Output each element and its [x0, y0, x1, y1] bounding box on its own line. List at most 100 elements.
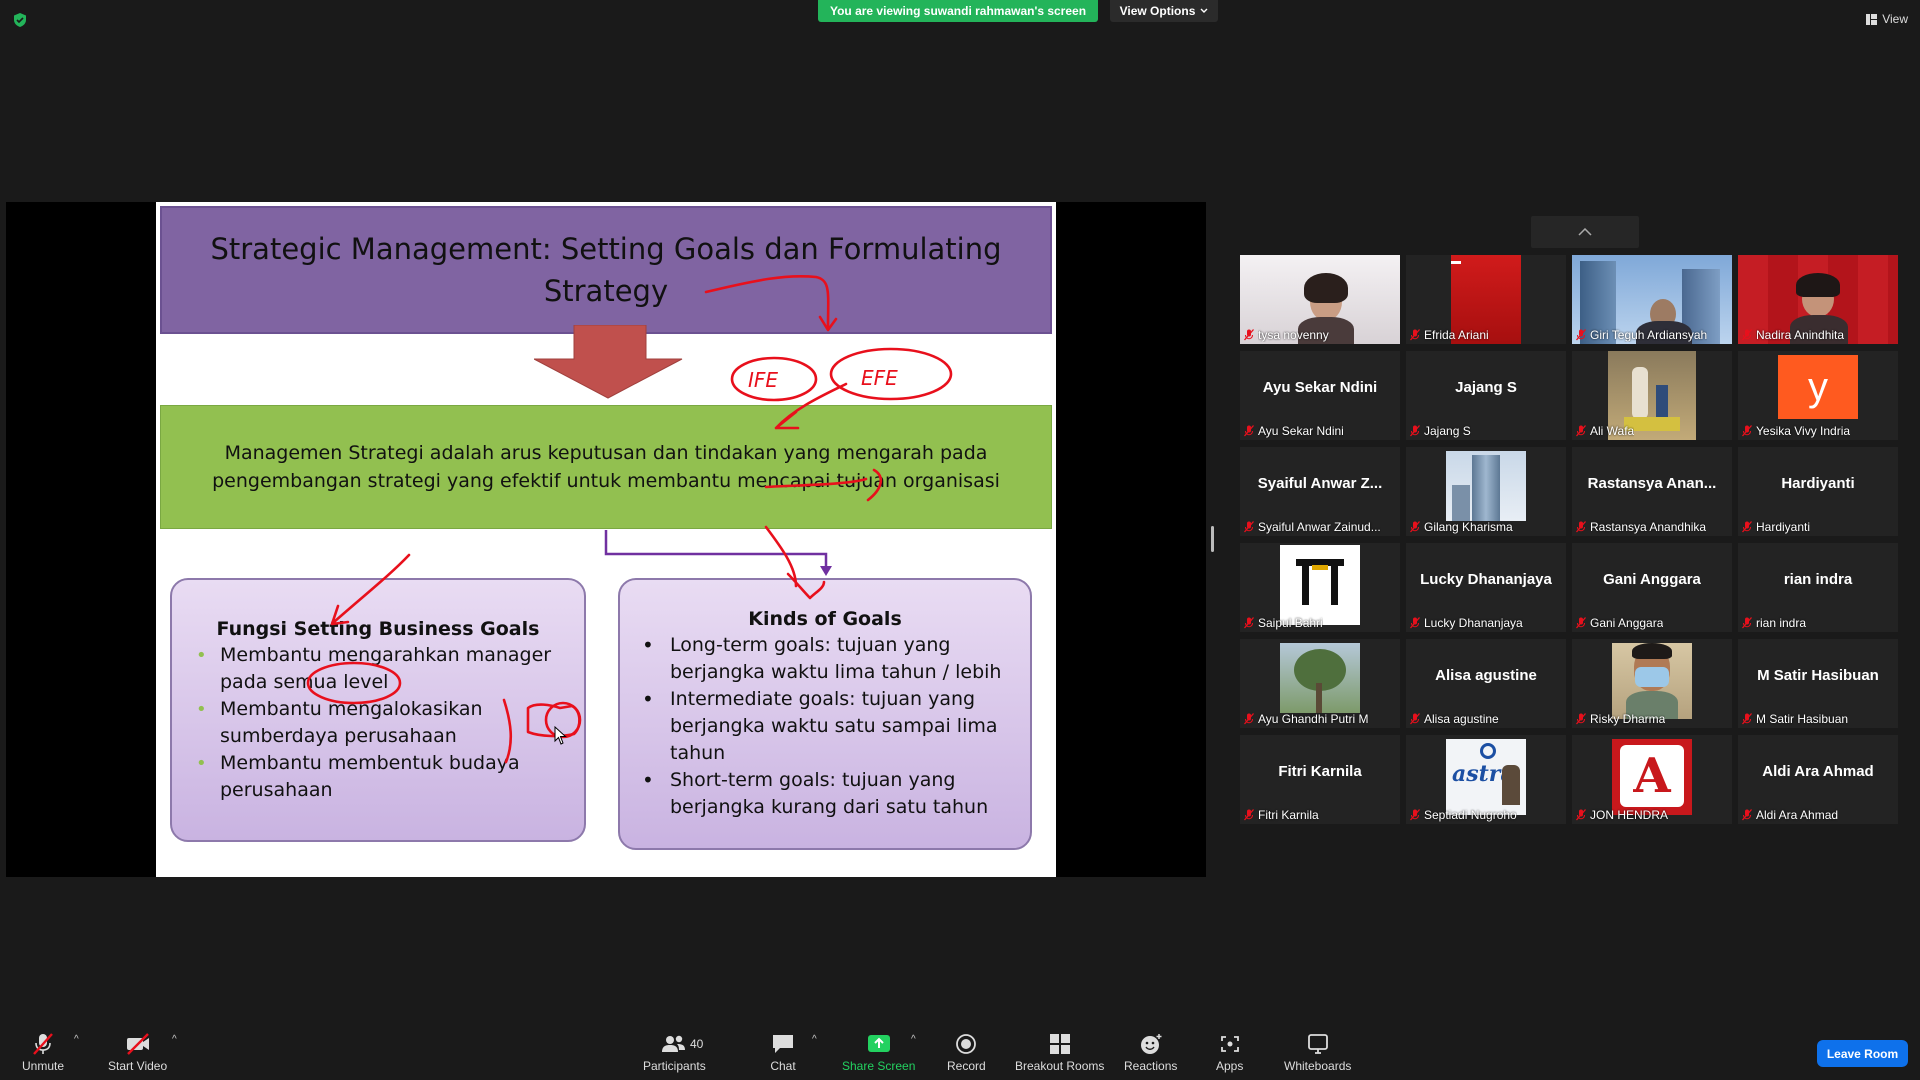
participant-tile[interactable]: Nadira Anindhita	[1738, 255, 1898, 344]
participant-name-label: rian indra	[1742, 616, 1806, 630]
kinds-of-goals-heading: Kinds of Goals	[748, 608, 902, 630]
participant-tile[interactable]: astra Septiadi Nugroho	[1406, 735, 1566, 824]
participant-tile[interactable]: Ayu Sekar Ndini Ayu Sekar Ndini	[1240, 351, 1400, 440]
participant-name-label: Alisa agustine	[1410, 712, 1499, 726]
participant-name: Giri Teguh Ardiansyah	[1590, 328, 1708, 342]
microphone-muted-icon	[1410, 809, 1420, 821]
participant-name: Lucky Dhananjaya	[1424, 616, 1523, 630]
reactions-label: Reactions	[1124, 1059, 1178, 1073]
participant-display-name: Lucky Dhananjaya	[1420, 571, 1552, 588]
microphone-muted-icon	[1244, 329, 1254, 341]
microphone-muted-icon	[1742, 713, 1752, 725]
participant-tile[interactable]: Alisa agustine Alisa agustine	[1406, 639, 1566, 728]
participant-name-label: Hardiyanti	[1742, 520, 1810, 534]
kinds-of-goals-list: Long-term goals: tujuan yang berjangka w…	[620, 632, 1030, 821]
participant-name: M Satir Hasibuan	[1756, 712, 1849, 726]
participant-tile[interactable]: A JON HENDRA	[1572, 735, 1732, 824]
participant-tile[interactable]: Lucky Dhananjaya Lucky Dhananjaya	[1406, 543, 1566, 632]
participant-tile[interactable]: Aldi Ara Ahmad Aldi Ara Ahmad	[1738, 735, 1898, 824]
view-options-button[interactable]: View Options	[1110, 0, 1218, 22]
microphone-muted-icon	[1410, 425, 1420, 437]
participant-tile[interactable]: Saipul Bahri	[1240, 543, 1400, 632]
video-options-caret-icon[interactable]: ^	[172, 1034, 177, 1045]
viewing-screen-banner: You are viewing suwandi rahmawan's scree…	[818, 0, 1098, 22]
chat-button[interactable]: Chat	[770, 1032, 796, 1073]
microphone-muted-icon	[33, 1033, 53, 1055]
participant-name-label: Jajang S	[1410, 424, 1471, 438]
avatar: y	[1778, 355, 1858, 419]
participant-tile[interactable]: rian indra rian indra	[1738, 543, 1898, 632]
participant-tile[interactable]: Syaiful Anwar Z... Syaiful Anwar Zainud..…	[1240, 447, 1400, 536]
participant-tile[interactable]: Rastansya Anan... Rastansya Anandhika	[1572, 447, 1732, 536]
participant-tile[interactable]: Gani Anggara Gani Anggara	[1572, 543, 1732, 632]
participant-name: Septiadi Nugroho	[1424, 808, 1517, 822]
participant-display-name: Fitri Karnila	[1278, 763, 1362, 780]
participant-tile[interactable]: Efrida Ariani	[1406, 255, 1566, 344]
participant-name-label: Fitri Karnila	[1244, 808, 1319, 822]
gallery-scroll-up-button[interactable]	[1531, 216, 1639, 248]
view-button[interactable]: View	[1866, 12, 1908, 26]
apps-button[interactable]: Apps	[1216, 1032, 1243, 1073]
split-resize-handle[interactable]	[1211, 526, 1214, 552]
record-label: Record	[947, 1059, 986, 1073]
share-options-caret-icon[interactable]: ^	[911, 1034, 916, 1045]
audio-options-caret-icon[interactable]: ^	[74, 1034, 79, 1045]
apps-icon	[1220, 1036, 1239, 1052]
microphone-muted-icon	[1576, 713, 1586, 725]
microphone-muted-icon	[1244, 521, 1254, 533]
participant-tile[interactable]: y Yesika Vivy Indria	[1738, 351, 1898, 440]
participant-name: tysa novenny	[1258, 328, 1329, 342]
microphone-muted-icon	[1576, 809, 1586, 821]
whiteboards-label: Whiteboards	[1284, 1059, 1352, 1073]
participant-display-name: Aldi Ara Ahmad	[1762, 763, 1874, 780]
participant-tile[interactable]: Hardiyanti Hardiyanti	[1738, 447, 1898, 536]
participant-tile[interactable]: Giri Teguh Ardiansyah	[1572, 255, 1732, 344]
chat-options-caret-icon[interactable]: ^	[812, 1034, 817, 1045]
participant-name-label: Aldi Ara Ahmad	[1742, 808, 1838, 822]
participant-tile[interactable]: Ali Wafa	[1572, 351, 1732, 440]
participant-name-label: Risky Dharma	[1576, 712, 1665, 726]
participant-name-label: Yesika Vivy Indria	[1742, 424, 1850, 438]
participant-tile[interactable]: Fitri Karnila Fitri Karnila	[1240, 735, 1400, 824]
leave-room-button[interactable]: Leave Room	[1817, 1040, 1908, 1067]
whiteboards-button[interactable]: Whiteboards	[1284, 1032, 1351, 1073]
business-goals-heading: Fungsi Setting Business Goals	[216, 618, 540, 640]
participant-name-label: Gilang Kharisma	[1410, 520, 1513, 534]
participant-name-label: Lucky Dhananjaya	[1410, 616, 1523, 630]
participant-name: Efrida Ariani	[1424, 328, 1489, 342]
participant-name-label: tysa novenny	[1244, 328, 1329, 342]
unmute-button[interactable]: Unmute	[22, 1032, 64, 1073]
participant-name: Gani Anggara	[1590, 616, 1664, 630]
grid-view-icon	[1866, 13, 1878, 25]
participant-tile[interactable]: Gilang Kharisma	[1406, 447, 1566, 536]
participant-name: JON HENDRA	[1590, 808, 1669, 822]
reactions-button[interactable]: Reactions	[1124, 1032, 1177, 1073]
microphone-muted-icon	[1742, 809, 1752, 821]
participant-tile[interactable]: M Satir Hasibuan M Satir Hasibuan	[1738, 639, 1898, 728]
participant-display-name: Alisa agustine	[1435, 667, 1537, 684]
participant-name-label: Ali Wafa	[1576, 424, 1634, 438]
participant-tile[interactable]: Ayu Ghandhi Putri M	[1240, 639, 1400, 728]
security-shield-icon[interactable]	[12, 12, 28, 28]
presentation-slide: Strategic Management: Setting Goals dan …	[156, 202, 1056, 877]
meeting-toolbar: Unmute ^ Start Video ^ Participants Chat…	[0, 1020, 1920, 1080]
record-button[interactable]: Record	[947, 1032, 986, 1073]
breakout-rooms-button[interactable]: Breakout Rooms	[1015, 1032, 1104, 1073]
microphone-muted-icon	[1576, 617, 1586, 629]
chevron-down-icon	[1200, 8, 1208, 13]
participant-name-label: Saipul Bahri	[1244, 616, 1323, 630]
participant-tile[interactable]: Jajang S Jajang S	[1406, 351, 1566, 440]
start-video-button[interactable]: Start Video	[108, 1032, 167, 1073]
participant-tile[interactable]: tysa novenny	[1240, 255, 1400, 344]
participant-display-name: rian indra	[1783, 571, 1853, 588]
microphone-muted-icon	[1742, 521, 1752, 533]
participant-tile[interactable]: Risky Dharma	[1572, 639, 1732, 728]
participant-name: Ali Wafa	[1590, 424, 1635, 438]
participant-name-label: Septiadi Nugroho	[1410, 808, 1517, 822]
microphone-muted-icon	[1410, 617, 1420, 629]
share-screen-button[interactable]: Share Screen	[842, 1032, 915, 1073]
list-item: Intermediate goals: tujuan yang berjangk…	[620, 686, 1030, 767]
participant-name: Hardiyanti	[1756, 520, 1811, 534]
participant-count-badge: 40	[690, 1037, 704, 1051]
business-goals-card: Fungsi Setting Business Goals Membantu m…	[170, 578, 586, 842]
